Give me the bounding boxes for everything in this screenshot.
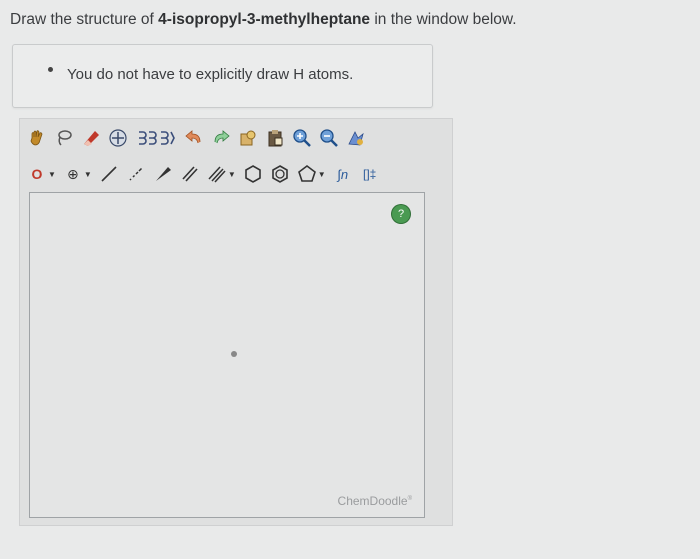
chemdoodle-editor: O ▼ ⊕ ▼ ▼ ▼ ∫n []‡ ? ChemDoodle® [19,118,453,526]
bond-dropdown-icon[interactable]: ▼ [228,170,236,179]
question-text: Draw the structure of 4-isopropyl-3-meth… [10,11,517,29]
clean-icon[interactable] [345,127,367,149]
chemdoodle-logo: ChemDoodle® [338,494,412,508]
charge-dropdown-icon[interactable]: ▼ [84,170,92,179]
toolbar-row-2: O ▼ ⊕ ▼ ▼ ▼ ∫n []‡ [26,161,386,187]
toolbar-row-1 [26,125,372,151]
charge-label: ⊕ [67,165,79,182]
atom-label: O [31,166,43,182]
sgroup-label: ∫n [337,166,349,182]
bullet-icon [48,67,53,72]
ring-dropdown-icon[interactable]: ▼ [318,170,326,179]
hashed-bond-icon[interactable] [125,163,147,185]
paste-icon[interactable] [264,127,286,149]
brand-name: ChemDoodle [337,494,408,508]
hint-text: You do not have to explicitly draw H ato… [67,66,354,83]
atom-label-tool[interactable]: O [26,163,48,185]
undo-icon[interactable] [183,127,205,149]
benzene-ring-icon[interactable] [269,163,291,185]
wedge-bond-icon[interactable] [152,163,174,185]
atom-dropdown-icon[interactable]: ▼ [48,170,56,179]
help-label: ? [397,208,405,220]
charge-tool[interactable]: ⊕ [62,163,84,185]
eraser-icon[interactable] [80,127,102,149]
copy-icon[interactable] [237,127,259,149]
single-bond-icon[interactable] [98,163,120,185]
bracket-tool[interactable]: []‡ [359,163,381,185]
double-bond-icon[interactable] [179,163,201,185]
flip-icon[interactable] [134,127,178,149]
hand-icon[interactable] [26,127,48,149]
lasso-icon[interactable] [53,127,75,149]
canvas-center-dot [231,351,237,357]
center-icon[interactable] [107,127,129,149]
brand-mark: ® [407,496,412,502]
question-suffix: in the window below. [370,11,517,28]
drawing-canvas[interactable]: ? ChemDoodle® [29,192,425,518]
hint-box: You do not have to explicitly draw H ato… [12,44,433,108]
bracket-label: []‡ [363,167,377,181]
sgroup-tool[interactable]: ∫n [332,163,354,185]
compound-name: 4-isopropyl-3-methylheptane [158,11,371,28]
pentagon-ring-icon[interactable] [296,163,318,185]
zoom-in-icon[interactable] [291,127,313,149]
redo-icon[interactable] [210,127,232,149]
zoom-out-icon[interactable] [318,127,340,149]
question-prefix: Draw the structure of [10,11,159,28]
hexagon-ring-icon[interactable] [242,163,264,185]
help-icon[interactable]: ? [392,205,410,223]
triple-bond-icon[interactable] [206,163,228,185]
